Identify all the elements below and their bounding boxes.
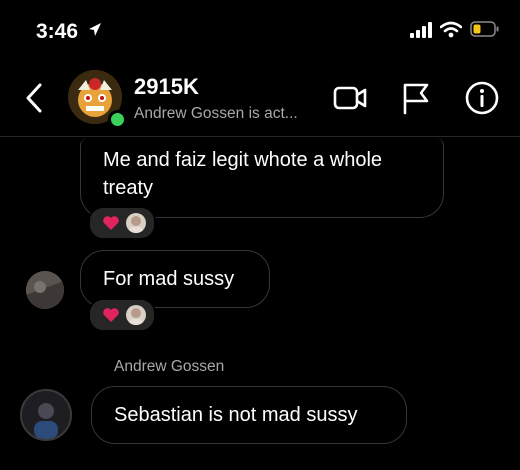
heart-icon [103, 308, 119, 322]
sender-name: Andrew Gossen [114, 358, 225, 375]
battery-icon [470, 21, 499, 37]
back-chevron-icon[interactable] [24, 82, 44, 114]
chat-title[interactable]: 2915K [134, 74, 199, 100]
chat-header: 2915K Andrew Gossen is act... [0, 60, 520, 137]
active-status-text: Andrew Gossen is act... [134, 105, 298, 122]
cellular-signal-icon [410, 22, 432, 38]
sender-avatar[interactable] [26, 271, 64, 309]
flag-icon[interactable] [400, 80, 432, 116]
online-status-dot [108, 110, 127, 129]
status-bar: 3:46 [0, 0, 520, 60]
message-reactions[interactable] [88, 206, 156, 240]
sender-avatar[interactable] [20, 389, 72, 441]
location-arrow-icon [89, 23, 101, 36]
reactor-avatar [126, 305, 146, 325]
group-avatar[interactable] [68, 70, 127, 129]
message-reactions[interactable] [88, 298, 156, 332]
message-bubble[interactable]: Sebastian is not mad sussy [91, 386, 407, 444]
reactor-avatar [126, 213, 146, 233]
info-icon[interactable] [464, 80, 500, 116]
wifi-icon [440, 21, 462, 38]
video-camera-icon[interactable] [332, 80, 368, 116]
heart-icon [103, 216, 119, 230]
status-time: 3:46 [36, 20, 79, 43]
